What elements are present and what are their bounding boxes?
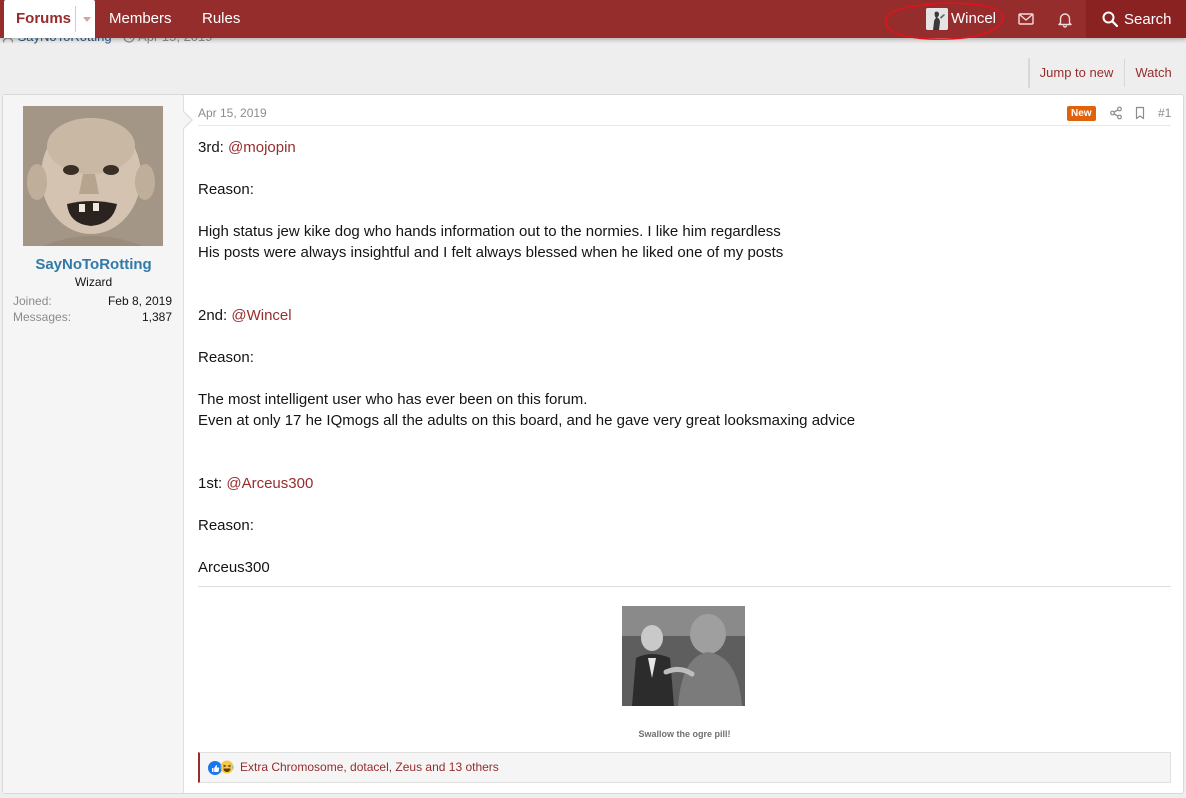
signature-divider [198,586,1171,587]
new-badge: New [1067,106,1096,121]
messages-value[interactable]: 1,387 [142,310,172,324]
rank-prefix: 3rd: [198,139,229,156]
message-text: The most intelligent user who has ever b… [198,391,588,408]
post-user-cell: SayNoToRotting Wizard Joined: Feb 8, 201… [3,95,184,793]
rank-prefix: 1st: [198,475,227,492]
signature-image [622,606,745,706]
ranking-line-2nd: 2nd: @Wincel [198,307,292,324]
bell-icon[interactable] [1056,10,1074,28]
user-cell-arrow [183,111,193,129]
reason-label: Reason: [198,349,254,366]
search-icon [1102,11,1119,28]
mention-link[interactable]: @Wincel [231,307,291,324]
reason-label: Reason: [198,181,254,198]
search-label: Search [1124,11,1172,28]
reactions-bar[interactable]: Extra Chromosome, dotacel, Zeus and 13 o… [198,752,1171,783]
message-text: Arceus300 [198,559,270,576]
thread-action-buttons: Jump to new Watch [1028,58,1172,88]
mention-link[interactable]: @mojopin [228,139,296,156]
nav-tab-members[interactable]: Members [109,10,172,27]
post: SayNoToRotting Wizard Joined: Feb 8, 201… [2,94,1184,794]
nav-tab-rules[interactable]: Rules [202,10,240,27]
reactions-list-link[interactable]: Extra Chromosome, dotacel, Zeus and 13 o… [240,760,499,774]
rank-prefix: 2nd: [198,307,232,324]
post-username[interactable]: SayNoToRotting [3,256,184,273]
envelope-icon[interactable] [1017,10,1035,28]
message-text: Even at only 17 he IQmogs all the adults… [198,412,856,429]
bookmark-icon[interactable] [1133,106,1147,120]
post-header-divider [198,125,1171,126]
ranking-line-1st: 1st: @Arceus300 [198,475,313,492]
jump-to-new-button[interactable]: Jump to new [1029,59,1124,87]
user-title: Wizard [74,275,113,289]
reason-label: Reason: [198,517,254,534]
post-date-link[interactable]: Apr 15, 2019 [198,106,267,120]
mention-link[interactable]: @Arceus300 [226,475,313,492]
top-navbar: Forums Members Rules Wincel Search [0,0,1186,38]
signature-caption: Swallow the ogre pill! [638,729,731,739]
watch-button[interactable]: Watch [1124,59,1182,87]
message-text: High status jew kike dog who hands infor… [198,223,781,240]
post-number-link[interactable]: #1 [1158,106,1171,120]
message-text: His posts were always insightful and I f… [198,244,784,261]
haha-reaction-icon [220,760,234,774]
search-button[interactable]: Search [1086,0,1186,38]
avatar[interactable] [23,106,163,246]
nav-forums-label: Forums [16,10,72,27]
annotation-circle [885,2,1004,40]
chevron-down-icon[interactable] [79,10,95,28]
nav-tab-forums[interactable]: Forums [4,0,95,38]
nav-split-divider [75,6,76,32]
share-icon[interactable] [1109,106,1123,120]
joined-value: Feb 8, 2019 [107,294,172,308]
ranking-line-3rd: 3rd: @mojopin [198,139,296,156]
messages-label: Messages: [13,310,72,324]
joined-label: Joined: [13,294,52,308]
